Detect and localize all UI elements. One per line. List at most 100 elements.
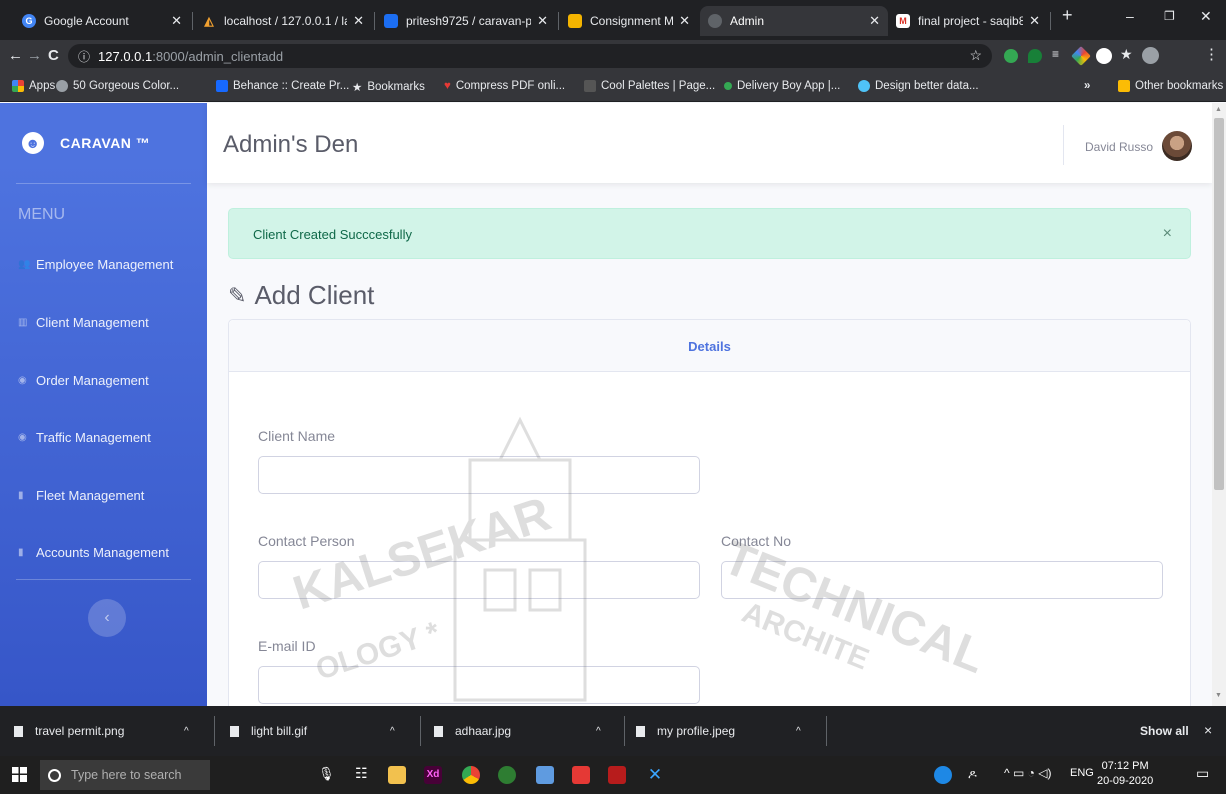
app-icon[interactable] bbox=[536, 766, 554, 784]
client-name-input[interactable] bbox=[258, 456, 700, 494]
back-icon[interactable]: ← bbox=[8, 47, 23, 64]
tab-phpmyadmin[interactable]: ◭ localhost / 127.0.0.1 / la ✕ bbox=[194, 6, 372, 36]
tab-separator bbox=[558, 12, 559, 30]
sidebar-item-label: Accounts Management bbox=[36, 545, 169, 560]
window-close-icon[interactable]: ✕ bbox=[1200, 8, 1212, 25]
chrome-icon[interactable] bbox=[462, 766, 480, 784]
microphone-icon[interactable]: 🎙 bbox=[318, 766, 335, 782]
eye-icon: ◉ bbox=[18, 432, 27, 443]
close-tab-icon[interactable]: ✕ bbox=[353, 13, 364, 29]
star-icon[interactable]: ☆ bbox=[969, 47, 982, 64]
email-input[interactable] bbox=[258, 666, 700, 704]
info-icon[interactable]: ⓘ bbox=[78, 48, 90, 65]
sidebar-item-accounts[interactable]: ▮ Accounts Management bbox=[18, 545, 169, 560]
kebab-menu-icon[interactable]: ⋮ bbox=[1204, 45, 1219, 63]
download-filename: travel permit.png bbox=[35, 724, 125, 738]
minimize-icon[interactable]: – bbox=[1126, 8, 1134, 24]
sidebar-item-employee[interactable]: 👥 Employee Management bbox=[18, 257, 173, 272]
reload-icon[interactable]: C bbox=[48, 47, 59, 64]
extension-list-icon[interactable]: ≡ bbox=[1052, 47, 1066, 61]
forward-icon[interactable]: → bbox=[27, 47, 42, 64]
contact-person-label: Contact Person bbox=[258, 533, 355, 549]
chevron-up-icon[interactable]: ^ bbox=[390, 726, 395, 737]
bookmark-colors[interactable]: 50 Gorgeous Color... bbox=[56, 80, 179, 92]
close-tab-icon[interactable]: ✕ bbox=[1029, 13, 1040, 29]
cortana-icon bbox=[48, 768, 61, 782]
app-red-icon[interactable] bbox=[572, 766, 590, 784]
tab-google-account[interactable]: G Google Account ✕ bbox=[14, 6, 190, 36]
windows-start-icon[interactable] bbox=[12, 767, 27, 782]
user-name[interactable]: David Russo bbox=[1085, 140, 1153, 154]
help-icon[interactable] bbox=[934, 766, 952, 784]
tab-admin[interactable]: Admin ✕ bbox=[700, 6, 888, 36]
contact-no-input[interactable] bbox=[721, 561, 1163, 599]
download-item[interactable]: my profile.jpeg bbox=[636, 724, 735, 738]
scroll-down-icon[interactable]: ▼ bbox=[1215, 692, 1222, 699]
avatar[interactable] bbox=[1162, 131, 1192, 161]
close-tab-icon[interactable]: ✕ bbox=[537, 13, 548, 29]
alert-close-button[interactable]: × bbox=[1163, 225, 1172, 243]
sidebar-item-fleet[interactable]: ▮ Fleet Management bbox=[18, 488, 144, 503]
sidebar-item-order[interactable]: ◉ Order Management bbox=[18, 373, 149, 388]
puzzle-icon[interactable]: ★ bbox=[1120, 46, 1134, 62]
bookmark-cool-palettes[interactable]: Cool Palettes | Page... bbox=[584, 80, 715, 92]
download-item[interactable]: light bill.gif bbox=[230, 724, 307, 738]
tab-gmail[interactable]: M final project - saqib829 ✕ bbox=[888, 6, 1048, 36]
notification-icon[interactable]: ▭ bbox=[1196, 765, 1209, 782]
brand[interactable]: ☻ CARAVAN ™ bbox=[0, 103, 207, 183]
extension-f-icon[interactable] bbox=[1096, 48, 1112, 64]
bookmark-delivery-boy[interactable]: Delivery Boy App |... bbox=[724, 80, 840, 92]
chevron-up-icon[interactable]: ^ bbox=[184, 726, 189, 737]
file-icon bbox=[14, 725, 23, 737]
profile-icon[interactable] bbox=[1142, 47, 1159, 64]
tab-consignment[interactable]: Consignment Managen ✕ bbox=[560, 6, 698, 36]
tray-icons[interactable]: ^ ▭ ◔ ◁) bbox=[1004, 766, 1051, 780]
bookmark-apps[interactable]: Apps bbox=[12, 80, 55, 92]
chevron-up-icon[interactable]: ^ bbox=[596, 726, 601, 737]
show-all-button[interactable]: Show all bbox=[1140, 724, 1189, 738]
close-tab-icon[interactable]: ✕ bbox=[869, 13, 880, 29]
close-tab-icon[interactable]: ✕ bbox=[171, 13, 182, 29]
download-item[interactable]: travel permit.png bbox=[14, 724, 124, 738]
sidebar-item-client[interactable]: ▥ Client Management bbox=[18, 315, 149, 330]
bookmarks-overflow[interactable]: » bbox=[1084, 80, 1090, 92]
close-tab-icon[interactable]: ✕ bbox=[679, 13, 690, 29]
download-filename: adhaar.jpg bbox=[455, 724, 512, 738]
language-indicator[interactable]: ENG bbox=[1070, 767, 1094, 779]
bookmark-behance[interactable]: Behance :: Create Pr... bbox=[216, 80, 349, 92]
scrollbar-thumb[interactable] bbox=[1214, 118, 1224, 490]
clock[interactable]: 07:12 PM 20-09-2020 bbox=[1097, 759, 1153, 789]
task-view-icon[interactable]: ☷ bbox=[355, 765, 368, 782]
bookmark-label: Compress PDF onli... bbox=[455, 80, 566, 92]
sidebar-item-traffic[interactable]: ◉ Traffic Management bbox=[18, 430, 151, 445]
chevron-up-icon[interactable]: ^ bbox=[796, 726, 801, 737]
extension-leaf-icon[interactable] bbox=[1028, 49, 1042, 63]
download-filename: light bill.gif bbox=[251, 724, 308, 738]
extension-diamond-icon[interactable] bbox=[1071, 46, 1091, 66]
vscode-icon[interactable]: ✕ bbox=[646, 766, 664, 784]
url-bar[interactable]: ⓘ 127.0.0.1 :8000/admin_clientadd ☆ bbox=[68, 44, 992, 68]
menu-header: MENU bbox=[18, 206, 66, 223]
person-icon[interactable]: ዶ bbox=[968, 767, 977, 782]
globe-icon bbox=[708, 14, 722, 28]
palette-square-icon bbox=[584, 80, 596, 92]
taskbar-search[interactable]: Type here to search bbox=[40, 760, 210, 790]
bookmark-compress-pdf[interactable]: ♥ Compress PDF onli... bbox=[444, 80, 565, 92]
contact-person-input[interactable] bbox=[258, 561, 700, 599]
tab-github[interactable]: pritesh9725 / caravan-p ✕ bbox=[376, 6, 556, 36]
app-dark-red-icon[interactable] bbox=[608, 766, 626, 784]
file-explorer-icon[interactable] bbox=[388, 766, 406, 784]
sidebar-toggle-button[interactable]: ‹ bbox=[88, 599, 126, 637]
bookmark-design-data[interactable]: Design better data... bbox=[858, 80, 979, 92]
whatsapp-icon[interactable] bbox=[498, 766, 516, 784]
downloads-close-button[interactable]: × bbox=[1204, 722, 1212, 738]
adobe-xd-icon[interactable]: Xd bbox=[424, 766, 442, 784]
download-item[interactable]: adhaar.jpg bbox=[434, 724, 511, 738]
restore-icon[interactable]: ❐ bbox=[1164, 9, 1175, 23]
new-tab-button[interactable]: + bbox=[1062, 5, 1073, 26]
other-bookmarks[interactable]: Other bookmarks bbox=[1118, 80, 1223, 92]
contact-no-label: Contact No bbox=[721, 533, 792, 549]
bookmark-folder[interactable]: ★ Bookmarks bbox=[352, 80, 425, 94]
extension-g-icon[interactable] bbox=[1004, 49, 1018, 63]
scroll-up-icon[interactable]: ▲ bbox=[1215, 106, 1222, 113]
